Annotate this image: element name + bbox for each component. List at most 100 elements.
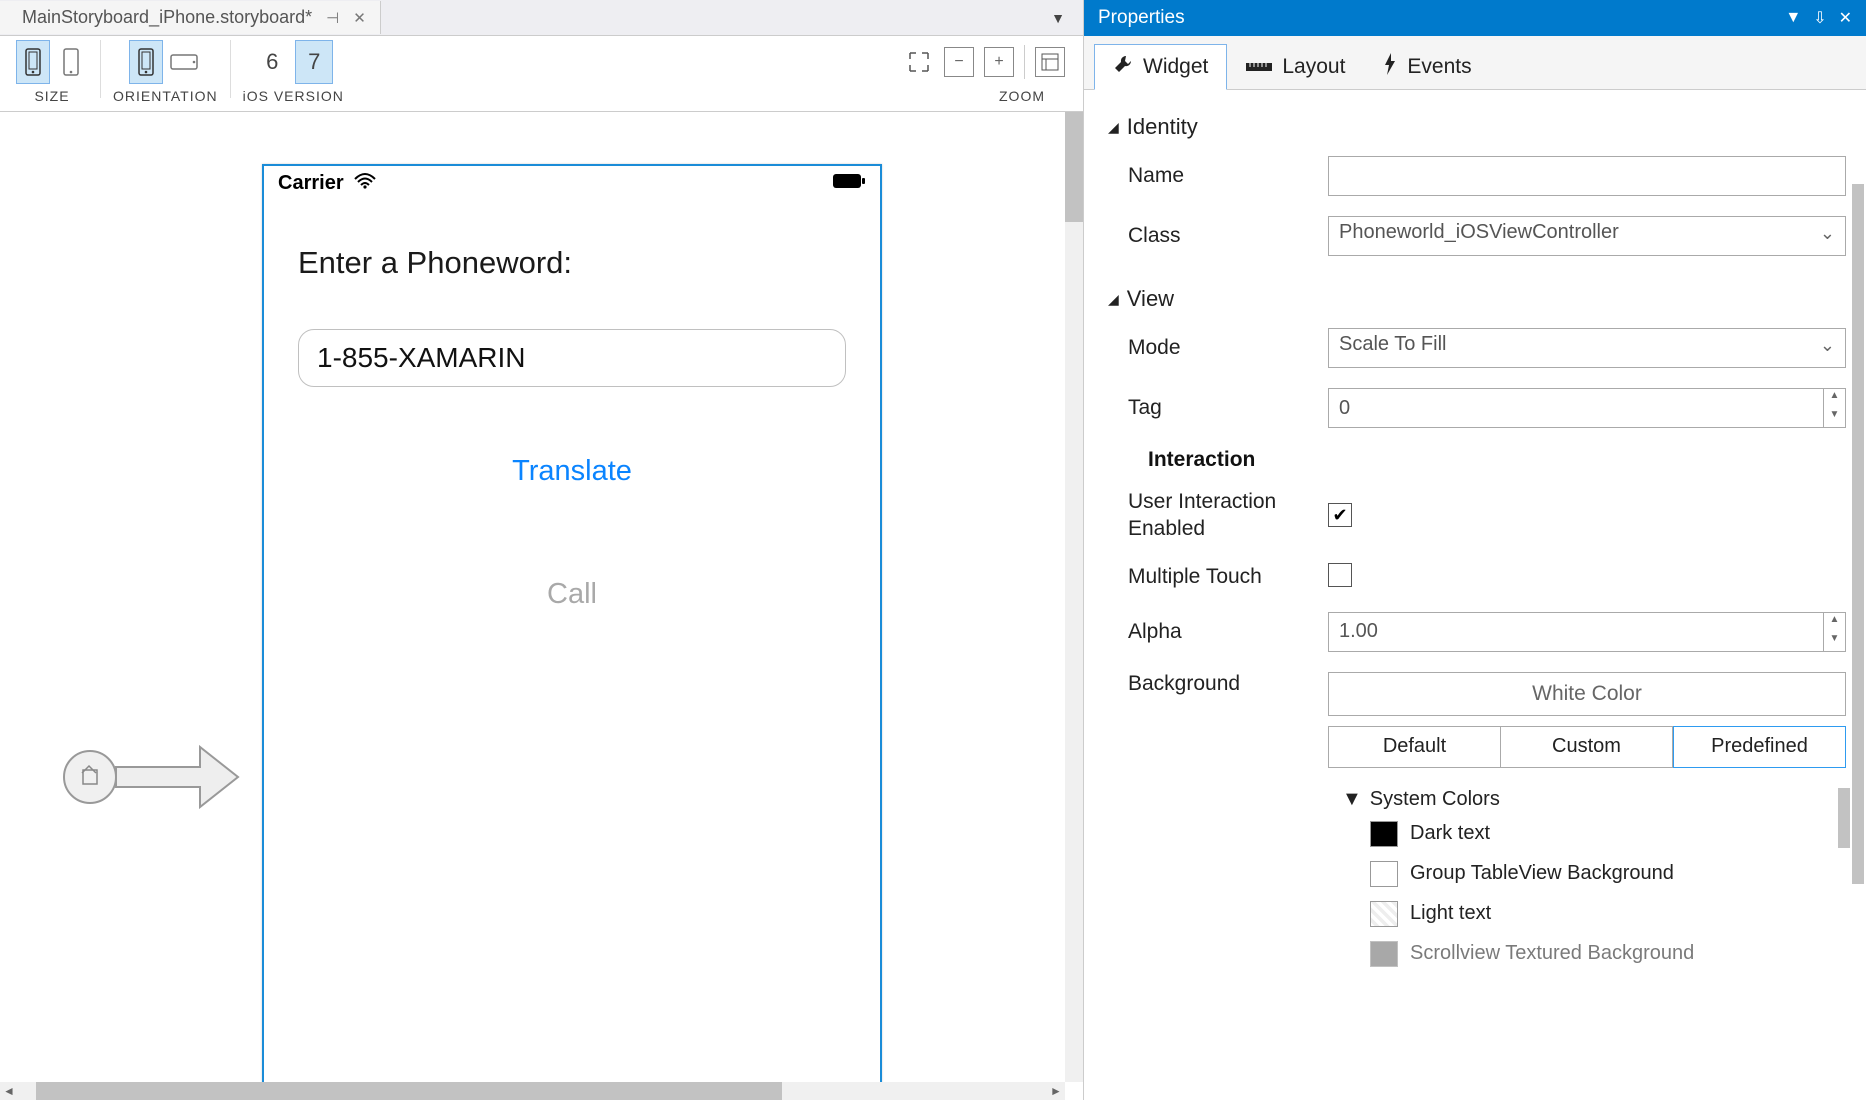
- scroll-left-icon[interactable]: ◄: [0, 1084, 18, 1098]
- system-colors-label: System Colors: [1370, 788, 1500, 811]
- canvas-scroll[interactable]: Carrier Enter a Phoneword: 1-855-XAMARIN…: [0, 112, 1083, 1100]
- tab-widget[interactable]: Widget: [1094, 44, 1227, 90]
- uie-label: User Interaction Enabled: [1128, 488, 1328, 543]
- orientation-landscape-button[interactable]: [167, 40, 201, 84]
- zoom-group: − +: [904, 40, 1073, 84]
- fit-screen-icon[interactable]: [904, 47, 934, 77]
- step-down-icon[interactable]: ▼: [1824, 632, 1845, 651]
- color-item[interactable]: Group TableView Background: [1370, 861, 1846, 887]
- system-colors-header[interactable]: ▼ System Colors: [1342, 788, 1846, 811]
- color-swatch: [1370, 821, 1398, 847]
- scrollbar-thumb[interactable]: [1838, 788, 1850, 848]
- call-button[interactable]: Call: [298, 578, 846, 611]
- step-up-icon[interactable]: ▲: [1824, 389, 1845, 408]
- entry-point-arrow[interactable]: [60, 732, 240, 827]
- uie-row: User Interaction Enabled ✔: [1128, 488, 1846, 543]
- ios6-button[interactable]: 6: [253, 40, 291, 84]
- background-label: Background: [1128, 672, 1328, 696]
- tab-overflow-icon[interactable]: ▼: [1051, 10, 1065, 26]
- color-name: Group TableView Background: [1410, 862, 1674, 885]
- pin-icon[interactable]: ⇩: [1813, 8, 1826, 28]
- document-tabbar: MainStoryboard_iPhone.storyboard* ⊣ ✕ ▼: [0, 0, 1083, 36]
- lightning-icon: [1383, 53, 1397, 81]
- tag-input[interactable]: [1328, 388, 1824, 428]
- multitouch-row: Multiple Touch: [1128, 563, 1846, 592]
- color-name: Scrollview Textured Background: [1410, 942, 1694, 965]
- size-ipad-button[interactable]: [54, 40, 88, 84]
- phoneword-heading: Enter a Phoneword:: [298, 245, 846, 281]
- zoom-in-button[interactable]: +: [984, 47, 1014, 77]
- carrier-label: Carrier: [278, 172, 344, 195]
- device-content: Enter a Phoneword: 1-855-XAMARIN Transla…: [264, 201, 880, 701]
- bg-tab-predefined[interactable]: Predefined: [1673, 726, 1846, 768]
- separator: [100, 40, 101, 98]
- chevron-down-icon: ▼: [1342, 788, 1362, 811]
- canvas[interactable]: Carrier Enter a Phoneword: 1-855-XAMARIN…: [0, 112, 1083, 1100]
- tab-events[interactable]: Events: [1364, 44, 1490, 89]
- uie-checkbox[interactable]: ✔: [1328, 503, 1352, 527]
- scrollbar-thumb[interactable]: [1852, 184, 1864, 884]
- identity-section-header[interactable]: ◢ Identity: [1108, 114, 1846, 140]
- dropdown-icon[interactable]: ▼: [1785, 9, 1801, 27]
- orientation-group: ORIENTATION: [107, 40, 224, 104]
- interaction-subheader: Interaction: [1148, 448, 1846, 472]
- color-item[interactable]: Light text: [1370, 901, 1846, 927]
- class-label: Class: [1128, 224, 1328, 248]
- translate-button[interactable]: Translate: [298, 455, 846, 488]
- view-section-header[interactable]: ◢ View: [1108, 286, 1846, 312]
- properties-titlebar[interactable]: Properties ▼ ⇩ ✕: [1084, 0, 1866, 36]
- tag-stepper[interactable]: ▲▼: [1824, 388, 1846, 428]
- mode-select[interactable]: Scale To Fill: [1328, 328, 1846, 368]
- document-tab[interactable]: MainStoryboard_iPhone.storyboard* ⊣ ✕: [0, 1, 381, 34]
- designer-toolbar: SIZE ORIENTATION 6 7 iOS VERSION: [0, 36, 1083, 112]
- tab-events-label: Events: [1407, 55, 1471, 79]
- mode-row: Mode Scale To Fill: [1128, 328, 1846, 368]
- scrollbar-thumb[interactable]: [1065, 112, 1083, 222]
- orientation-portrait-button[interactable]: [129, 40, 163, 84]
- name-input[interactable]: [1328, 156, 1846, 196]
- phoneword-textfield[interactable]: 1-855-XAMARIN: [298, 329, 846, 387]
- battery-icon: [832, 172, 866, 195]
- scrollbar-thumb[interactable]: [36, 1082, 782, 1100]
- designer-pane: MainStoryboard_iPhone.storyboard* ⊣ ✕ ▼ …: [0, 0, 1084, 1100]
- identity-header-label: Identity: [1127, 114, 1198, 140]
- properties-body[interactable]: ◢ Identity Name Class Phoneworld_iOSView…: [1084, 90, 1866, 1100]
- close-icon[interactable]: ✕: [353, 9, 366, 27]
- orientation-label: ORIENTATION: [113, 88, 218, 104]
- vertical-scrollbar[interactable]: [1065, 112, 1083, 1082]
- size-group: SIZE: [10, 40, 94, 104]
- color-item[interactable]: Dark text: [1370, 821, 1846, 847]
- bg-tab-custom[interactable]: Custom: [1501, 726, 1673, 768]
- ios-version-group: 6 7 iOS VERSION: [237, 40, 350, 104]
- pin-icon[interactable]: ⊣: [326, 9, 339, 27]
- class-select[interactable]: Phoneworld_iOSViewController: [1328, 216, 1846, 256]
- separator: [230, 40, 231, 98]
- iphone-frame[interactable]: Carrier Enter a Phoneword: 1-855-XAMARIN…: [262, 164, 882, 1100]
- color-name: Dark text: [1410, 822, 1490, 845]
- tab-widget-label: Widget: [1143, 55, 1208, 79]
- alpha-input[interactable]: [1328, 612, 1824, 652]
- ios7-button[interactable]: 7: [295, 40, 333, 84]
- landscape-icon: [170, 54, 198, 70]
- step-down-icon[interactable]: ▼: [1824, 408, 1845, 427]
- color-item[interactable]: Scrollview Textured Background: [1370, 941, 1846, 967]
- background-tab-group: Default Custom Predefined: [1328, 726, 1846, 768]
- close-icon[interactable]: ✕: [1839, 8, 1852, 28]
- tab-layout[interactable]: Layout: [1227, 44, 1364, 89]
- horizontal-scrollbar[interactable]: ◄ ►: [0, 1082, 1065, 1100]
- zoom-out-button[interactable]: −: [944, 47, 974, 77]
- properties-title: Properties: [1098, 7, 1185, 29]
- multitouch-checkbox[interactable]: [1328, 563, 1352, 587]
- scroll-right-icon[interactable]: ►: [1047, 1084, 1065, 1098]
- name-label: Name: [1128, 164, 1328, 188]
- size-label: SIZE: [34, 88, 69, 104]
- wrench-icon: [1113, 54, 1133, 80]
- size-iphone-button[interactable]: [16, 40, 50, 84]
- background-color-button[interactable]: White Color: [1328, 672, 1846, 716]
- alpha-stepper[interactable]: ▲▼: [1824, 612, 1846, 652]
- name-row: Name: [1128, 156, 1846, 196]
- constraints-icon[interactable]: [1035, 47, 1065, 77]
- step-up-icon[interactable]: ▲: [1824, 613, 1845, 632]
- bg-tab-default[interactable]: Default: [1328, 726, 1501, 768]
- tablet-portrait-icon: [63, 48, 79, 76]
